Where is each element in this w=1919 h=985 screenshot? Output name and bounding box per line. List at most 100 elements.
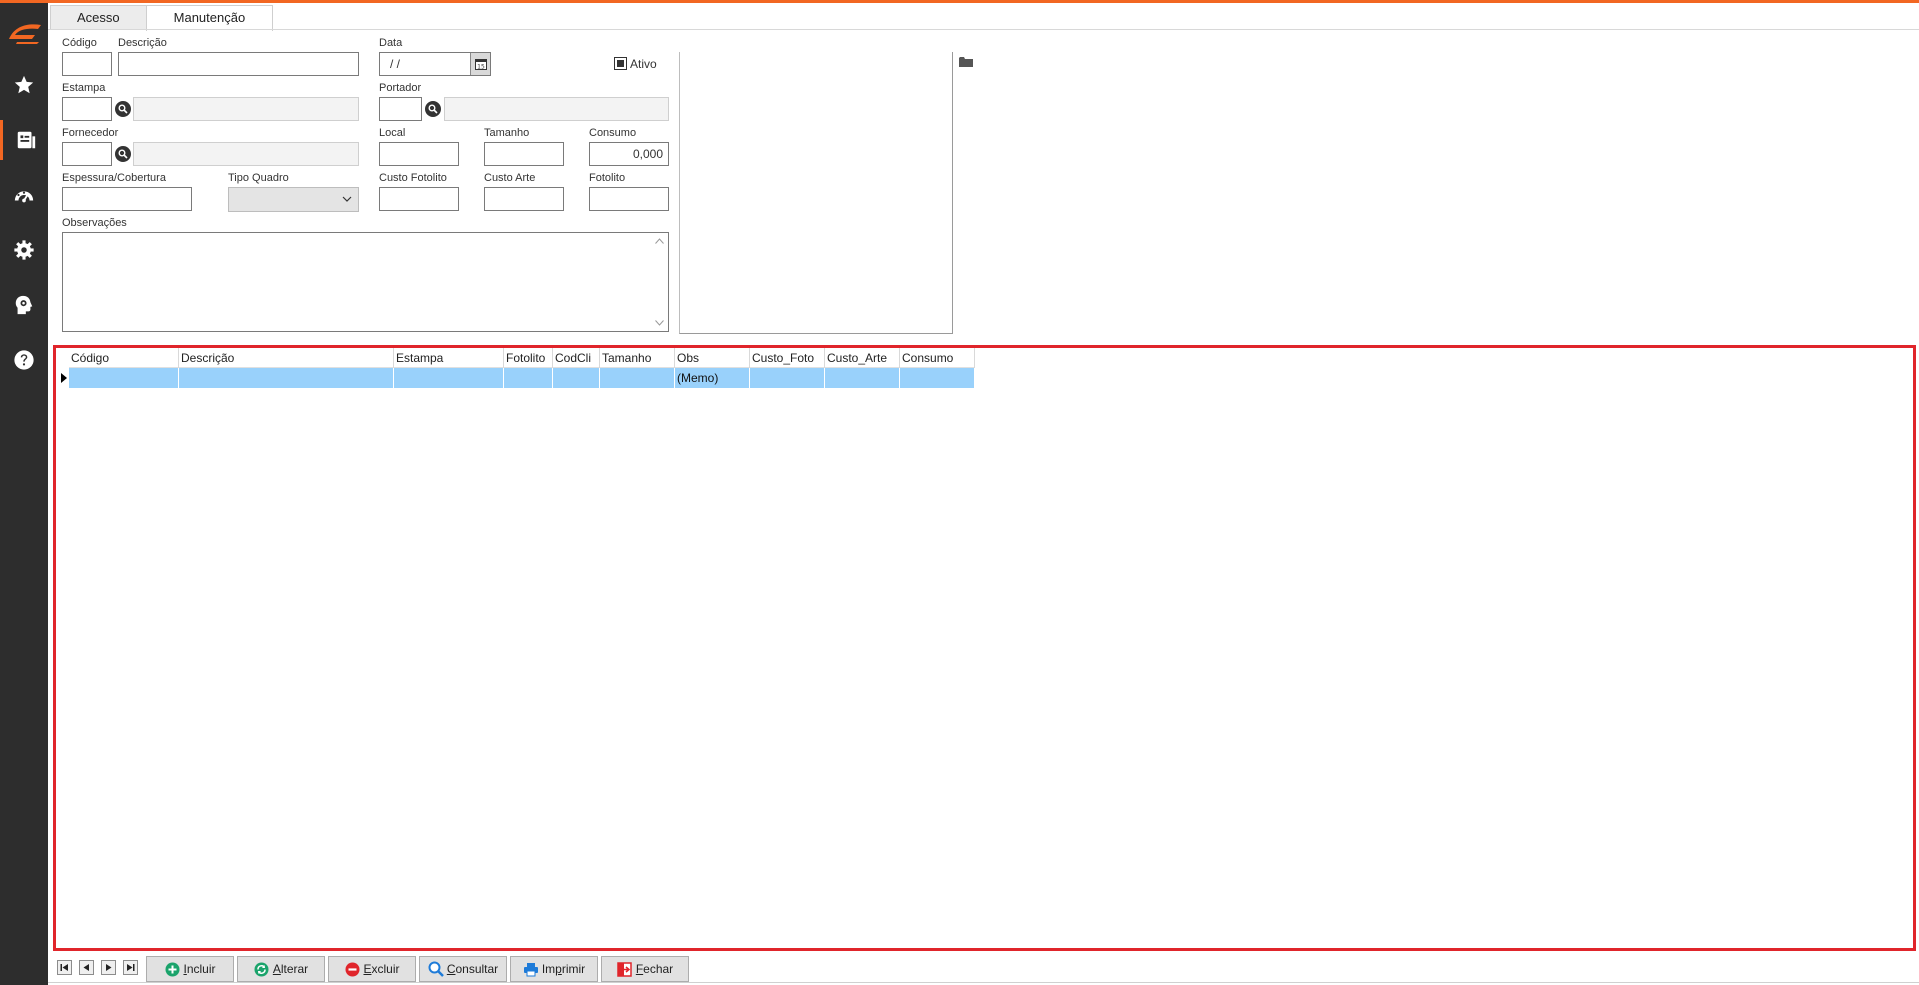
printer-icon <box>523 961 539 977</box>
cell-obs[interactable]: (Memo) <box>675 368 750 388</box>
estampa-code-input[interactable] <box>62 97 112 121</box>
estampa-lookup-button[interactable] <box>115 101 131 117</box>
scroll-up-icon[interactable] <box>655 238 664 244</box>
image-panel <box>679 52 953 334</box>
data-input[interactable]: / / 15 <box>379 52 491 76</box>
star-icon <box>14 75 34 94</box>
col-header-tamanho[interactable]: Tamanho <box>600 348 675 368</box>
col-header-codigo[interactable]: Código <box>69 348 179 368</box>
dashboard-icon <box>14 191 34 203</box>
grid-table: Código Descrição Estampa Fotolito CodCli… <box>59 348 975 388</box>
fotolito-label: Fotolito <box>589 172 626 184</box>
refresh-icon <box>254 961 270 977</box>
excluir-label-post: xcluir <box>371 962 400 976</box>
portador-label: Portador <box>379 82 422 94</box>
descricao-input[interactable] <box>118 52 359 76</box>
local-label: Local <box>379 127 406 139</box>
last-icon <box>127 964 135 971</box>
ativo-checkbox[interactable] <box>614 57 627 70</box>
col-header-obs[interactable]: Obs <box>675 348 750 368</box>
col-header-consumo[interactable]: Consumo <box>900 348 975 368</box>
sidebar <box>0 3 48 985</box>
tamanho-label: Tamanho <box>484 127 530 139</box>
tamanho-input[interactable] <box>484 142 564 166</box>
register-icon <box>17 131 35 149</box>
cell-estampa[interactable] <box>394 368 504 388</box>
records-grid[interactable]: Código Descrição Estampa Fotolito CodCli… <box>53 345 1916 951</box>
last-record-button[interactable] <box>123 960 138 975</box>
portador-code-input[interactable] <box>379 97 422 121</box>
previous-record-button[interactable] <box>79 960 94 975</box>
cell-descricao[interactable] <box>179 368 394 388</box>
help-icon <box>14 350 34 370</box>
plus-icon <box>164 961 180 977</box>
tab-manutencao[interactable]: Manutenção <box>145 5 274 31</box>
portador-lookup-button[interactable] <box>425 101 441 117</box>
sidebar-item-favorites[interactable] <box>0 65 48 105</box>
sidebar-item-dashboard[interactable] <box>0 175 48 215</box>
imprimir-button[interactable]: Imprimir <box>510 956 598 982</box>
alterar-button[interactable]: Alterar <box>237 956 325 982</box>
col-header-custo-foto[interactable]: Custo_Foto <box>750 348 825 368</box>
sidebar-item-help[interactable] <box>0 340 48 380</box>
excluir-button[interactable]: Excluir <box>328 956 416 982</box>
custo-fotolito-label: Custo Fotolito <box>379 172 447 184</box>
incluir-label-post: ncluir <box>186 962 216 976</box>
cell-custo-foto[interactable] <box>750 368 825 388</box>
cell-codigo[interactable] <box>69 368 179 388</box>
excluir-label-accel: E <box>363 962 372 976</box>
codigo-input[interactable] <box>62 52 112 76</box>
estampa-label: Estampa <box>62 82 106 94</box>
consumo-input[interactable]: 0,000 <box>589 142 669 166</box>
observacoes-textarea[interactable] <box>62 232 669 332</box>
cell-consumo[interactable] <box>900 368 975 388</box>
imprimir-label-pre: Im <box>541 962 556 976</box>
cell-custo-arte[interactable] <box>825 368 900 388</box>
consultar-button[interactable]: Consultar <box>419 956 507 982</box>
observacoes-label: Observações <box>62 217 127 229</box>
scroll-down-icon[interactable] <box>655 320 664 326</box>
col-header-custo-arte[interactable]: Custo_Arte <box>825 348 900 368</box>
cell-tamanho[interactable] <box>600 368 675 388</box>
col-header-codcli[interactable]: CodCli <box>553 348 600 368</box>
consumo-label: Consumo <box>589 127 637 139</box>
custo-fotolito-input[interactable] <box>379 187 459 211</box>
row-indicator <box>59 368 69 388</box>
custo-arte-label: Custo Arte <box>484 172 536 184</box>
footer-toolbar: Incluir Alterar Excluir Consultar Imprim… <box>48 953 1919 983</box>
fornecedor-code-input[interactable] <box>62 142 112 166</box>
previous-icon <box>83 964 89 971</box>
custo-arte-input[interactable] <box>484 187 564 211</box>
incluir-button[interactable]: Incluir <box>146 956 234 982</box>
fechar-button[interactable]: Fechar <box>601 956 689 982</box>
col-header-descricao[interactable]: Descrição <box>179 348 394 368</box>
gear-icon <box>14 240 34 260</box>
col-header-fotolito[interactable]: Fotolito <box>504 348 553 368</box>
fornecedor-lookup-button[interactable] <box>115 146 131 162</box>
chevron-down-icon <box>342 196 352 202</box>
imprimir-label-post: rimir <box>561 962 586 976</box>
observacoes-scrollbar[interactable] <box>651 233 668 331</box>
sidebar-item-settings[interactable] <box>0 230 48 270</box>
tipo-quadro-select[interactable] <box>228 187 359 212</box>
first-record-button[interactable] <box>57 960 72 975</box>
sidebar-item-registers[interactable] <box>0 120 48 160</box>
table-row[interactable]: (Memo) <box>59 368 975 388</box>
data-label: Data <box>379 37 403 49</box>
fotolito-input[interactable] <box>589 187 669 211</box>
estampa-description-field <box>133 97 359 121</box>
sidebar-item-support[interactable] <box>0 285 48 325</box>
calendar-button[interactable]: 15 <box>470 53 490 75</box>
svg-text:15: 15 <box>477 64 485 71</box>
folder-button[interactable] <box>959 56 973 71</box>
cell-codcli[interactable] <box>553 368 600 388</box>
cell-fotolito[interactable] <box>504 368 553 388</box>
local-input[interactable] <box>379 142 459 166</box>
first-icon <box>60 964 68 971</box>
tab-acesso[interactable]: Acesso <box>50 5 147 29</box>
next-record-button[interactable] <box>101 960 116 975</box>
minus-icon <box>344 961 360 977</box>
espessura-input[interactable] <box>62 187 192 211</box>
app-logo[interactable] <box>5 19 45 45</box>
col-header-estampa[interactable]: Estampa <box>394 348 504 368</box>
